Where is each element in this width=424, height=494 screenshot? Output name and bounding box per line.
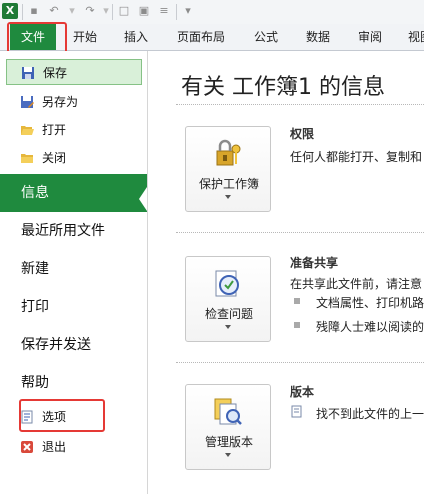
protect-workbook-button[interactable]: 保护工作簿 — [185, 126, 271, 212]
chevron-down-icon — [225, 195, 231, 199]
section-text-prepare-share: 在共享此文件前，请注意 — [290, 277, 423, 291]
page-title: 有关 工作簿1 的信息 — [181, 75, 385, 100]
bullet-icon — [294, 298, 300, 304]
check-issues-button[interactable]: 检查问题 — [185, 256, 271, 342]
manage-versions-label: 管理版本 — [204, 435, 253, 449]
open-folder-icon — [21, 126, 34, 135]
sidebar-item-label: 新建 — [21, 261, 49, 277]
exit-icon — [21, 441, 33, 453]
active-indicator — [139, 187, 147, 211]
divider — [176, 362, 424, 363]
lock-key-icon — [216, 139, 241, 166]
section-text-versions: 找不到此文件的上一 — [316, 407, 424, 421]
sidebar-item-save-send[interactable]: 保存并发送 — [0, 326, 147, 364]
close-folder-icon — [21, 154, 33, 163]
sidebar-item-open[interactable]: 打开 — [6, 117, 142, 143]
separator — [112, 4, 113, 20]
separator — [22, 4, 23, 20]
info-pane: 有关 工作簿1 的信息 保护工作簿 权限 任何人都能打开、复制和 检查问题 准备… — [148, 51, 424, 494]
sidebar-item-label: 保存 — [43, 66, 68, 80]
options-highlight — [19, 399, 105, 432]
list-item: 残障人士难以阅读的 — [316, 320, 424, 334]
section-heading-versions: 版本 — [290, 385, 315, 399]
list-item: 文档属性、打印机路 — [316, 296, 424, 310]
sidebar-item-label: 保存并发送 — [21, 337, 91, 353]
sidebar-item-close[interactable]: 关闭 — [6, 145, 142, 171]
sidebar-item-label: 打开 — [42, 123, 67, 137]
undo-icon[interactable]: ↶ — [48, 5, 60, 17]
tab-page-layout[interactable]: 页面布局 — [168, 24, 234, 50]
sidebar-item-new[interactable]: 新建 — [0, 250, 147, 288]
tab-insert[interactable]: 插入 — [114, 24, 158, 50]
tab-review[interactable]: 审阅 — [348, 24, 392, 50]
divider — [176, 232, 424, 233]
section-text-permissions: 任何人都能打开、复制和 — [290, 150, 423, 164]
sidebar-item-label: 关闭 — [42, 151, 67, 165]
sidebar-item-label: 帮助 — [21, 375, 49, 391]
save-icon — [22, 67, 34, 79]
tab-home[interactable]: 开始 — [63, 24, 107, 50]
sidebar-item-label: 最近所用文件 — [21, 223, 105, 239]
quick-access-toolbar: X ▪ ↶ ▾ ↷ ▾ □ ▣ ≡ ▾ — [0, 0, 424, 24]
bullet-icon — [294, 322, 300, 328]
inspect-document-icon — [215, 270, 239, 297]
protect-workbook-label: 保护工作簿 — [198, 177, 259, 191]
excel-icon[interactable]: X — [2, 3, 18, 19]
sidebar-item-label: 信息 — [21, 185, 49, 201]
section-heading-prepare-share: 准备共享 — [290, 256, 339, 270]
sidebar-item-exit[interactable]: 退出 — [6, 434, 142, 460]
section-heading-permissions: 权限 — [290, 127, 315, 141]
check-issues-label: 检查问题 — [204, 307, 253, 321]
customize-icon[interactable]: ▾ — [182, 5, 194, 17]
manage-versions-button[interactable]: 管理版本 — [185, 384, 271, 470]
sidebar-item-label: 退出 — [42, 440, 67, 454]
undo-dropdown-icon[interactable]: ▾ — [66, 5, 78, 17]
sidebar-item-label: 打印 — [21, 299, 49, 315]
separator — [176, 4, 177, 20]
chevron-down-icon — [225, 453, 231, 457]
tab-formulas[interactable]: 公式 — [244, 24, 288, 50]
print-preview-icon[interactable]: ▣ — [138, 5, 150, 17]
save-as-icon — [21, 96, 34, 108]
versions-icon — [214, 398, 242, 425]
sidebar-item-label: 另存为 — [42, 95, 79, 109]
new-document-icon[interactable]: □ — [118, 5, 130, 17]
sidebar-item-save-as[interactable]: 另存为 — [6, 89, 142, 115]
save-icon[interactable]: ▪ — [28, 5, 40, 17]
sidebar-item-recent[interactable]: 最近所用文件 — [0, 212, 147, 250]
redo-dropdown-icon[interactable]: ▾ — [100, 5, 112, 17]
sidebar-item-help[interactable]: 帮助 — [0, 364, 147, 402]
sidebar-item-save[interactable]: 保存 — [6, 59, 142, 85]
redo-icon[interactable]: ↷ — [84, 5, 96, 17]
divider — [176, 104, 424, 105]
sidebar-item-print[interactable]: 打印 — [0, 288, 147, 326]
form-icon[interactable]: ≡ — [158, 5, 170, 17]
tab-file[interactable]: 文件 — [10, 24, 56, 50]
sidebar-item-info[interactable]: 信息 — [0, 174, 147, 212]
chevron-down-icon — [225, 325, 231, 329]
tab-data[interactable]: 数据 — [296, 24, 340, 50]
document-icon — [291, 405, 302, 418]
tab-view[interactable]: 视图 — [400, 24, 424, 50]
ribbon-tabs: 文件 开始 插入 页面布局 公式 数据 审阅 视图 — [0, 24, 424, 51]
